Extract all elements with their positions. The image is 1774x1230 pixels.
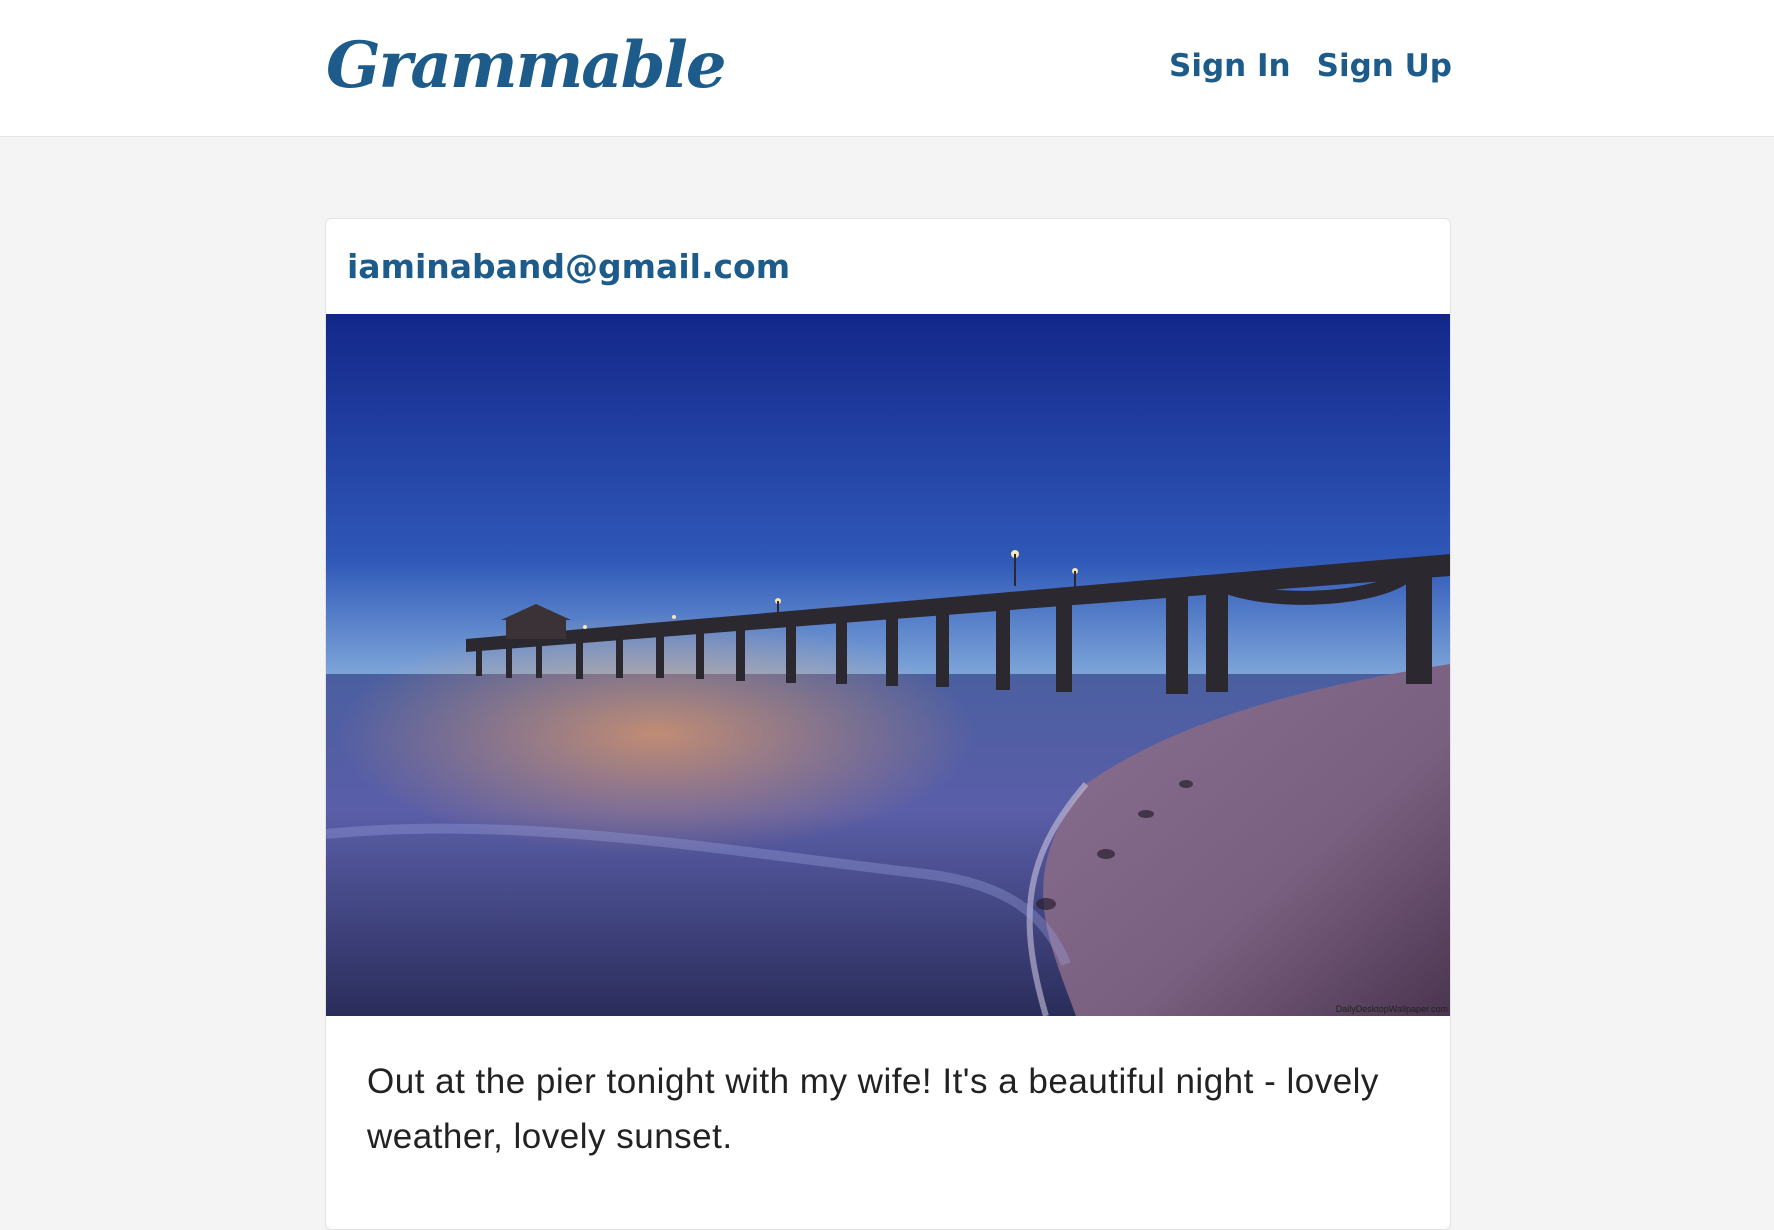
post-header: iaminaband@gmail.com [326,219,1450,314]
brand-logo-link[interactable]: Grammable [326,28,727,105]
sign-in-link[interactable]: Sign In [1169,48,1291,84]
photo-watermark: DailyDesktopWallpaper.com [1335,1004,1448,1014]
post-card: iaminaband@gmail.com DailyDesktopWallpap… [325,218,1451,1230]
pier-sunset-image [326,314,1450,1016]
auth-links: Sign In Sign Up [1169,48,1452,84]
post-author-email[interactable]: iaminaband@gmail.com [347,247,790,286]
post-caption: Out at the pier tonight with my wife! It… [367,1062,1379,1156]
top-navbar: Grammable Sign In Sign Up [0,0,1774,137]
sign-up-link[interactable]: Sign Up [1317,48,1452,84]
post-photo: DailyDesktopWallpaper.com [326,314,1450,1016]
